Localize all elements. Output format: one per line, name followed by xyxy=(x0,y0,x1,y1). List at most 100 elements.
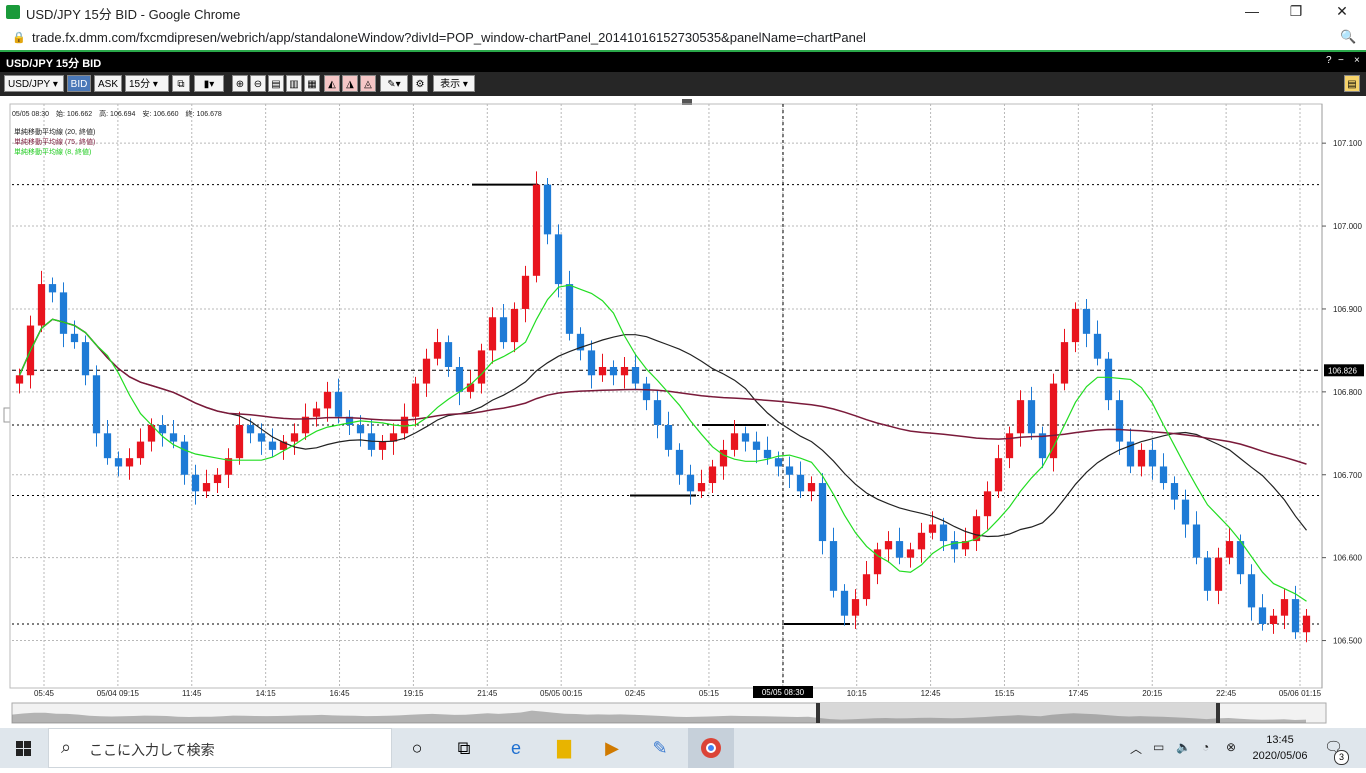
display-menu-button[interactable]: 表示 ▾ xyxy=(433,75,475,92)
candle-body xyxy=(37,284,46,326)
timeframe-label: 15分 xyxy=(129,79,151,90)
candle-body xyxy=(598,366,607,376)
candle-body xyxy=(686,474,695,492)
candle-body xyxy=(257,433,266,442)
candle-body xyxy=(1137,449,1146,467)
ohlc-readout: 05/05 08:30 始: 106.662 高: 106.694 安: 106… xyxy=(12,109,222,118)
time-tick-label: 05/05 00:15 xyxy=(540,689,583,698)
candle-body xyxy=(1302,615,1311,633)
crosshair-time-label: 05/05 08:30 xyxy=(762,688,805,697)
candle-body xyxy=(554,234,563,285)
settings-icon[interactable]: ⚙ xyxy=(412,75,428,92)
task-view-icon[interactable]: ⧉ xyxy=(451,736,477,760)
maximize-button[interactable]: ❐ xyxy=(1274,0,1318,24)
candle-body xyxy=(1093,333,1102,359)
window-link-icon[interactable]: ⧉ xyxy=(172,75,190,92)
file-explorer-icon[interactable]: ▇ xyxy=(551,736,577,760)
zoom-icon[interactable]: 🔍 xyxy=(1340,29,1356,45)
time-tick-label: 20:15 xyxy=(1142,689,1163,698)
panel-close-button[interactable]: × xyxy=(1354,55,1360,66)
ask-button[interactable]: ASK xyxy=(94,75,122,92)
candle-body xyxy=(1225,541,1234,558)
candle-body xyxy=(895,541,904,558)
media-icon[interactable]: ▶ xyxy=(599,736,625,760)
candle-body xyxy=(158,425,167,434)
draw-tool3-icon[interactable]: ◬ xyxy=(360,75,376,92)
candle-body xyxy=(1071,308,1080,343)
url-text[interactable]: trade.fx.dmm.com/fxcmdipresen/webrich/ap… xyxy=(32,30,866,45)
zoom-out-icon[interactable]: ⊖ xyxy=(250,75,266,92)
chrome-taskbar-button[interactable] xyxy=(688,728,734,768)
start-button[interactable] xyxy=(0,728,48,768)
battery-icon[interactable]: ▭ xyxy=(1153,740,1164,754)
candle-body xyxy=(15,375,24,384)
time-tick-label: 16:45 xyxy=(330,689,351,698)
candle-body xyxy=(180,441,189,475)
time-tick-label: 05/04 09:15 xyxy=(97,689,140,698)
bid-button[interactable]: BID xyxy=(67,75,91,92)
site-favicon-icon xyxy=(6,5,20,19)
candle-body xyxy=(565,284,574,334)
candle-body xyxy=(796,474,805,492)
chart-panel-header: USD/JPY 15分 BID ? − × xyxy=(0,50,1366,72)
help-button[interactable]: ? xyxy=(1326,55,1332,66)
price-tick-label: 106.500 xyxy=(1333,637,1362,646)
candlestick-chart[interactable]: 107.100 107.000 106.900 106.800 106.700 106.6… xyxy=(0,96,1366,727)
layout2-icon[interactable]: ▥ xyxy=(286,75,302,92)
layout-icon[interactable]: ▤ xyxy=(268,75,284,92)
price-tick-label: 107.100 xyxy=(1333,139,1362,148)
edge-icon[interactable]: e xyxy=(503,736,529,760)
time-tick-label: 14:15 xyxy=(256,689,277,698)
panel-minimize-button[interactable]: − xyxy=(1338,55,1344,66)
candle-body xyxy=(1027,400,1036,434)
candle-body xyxy=(785,466,794,475)
candle-body xyxy=(818,483,827,542)
browser-title-bar: USD/JPY 15分 BID - Google Chrome — ❐ ✕ xyxy=(0,0,1366,25)
candle-body xyxy=(1159,466,1168,484)
draw-tool2-icon[interactable]: ◮ xyxy=(342,75,358,92)
candle-body xyxy=(213,474,222,484)
zoom-in-icon[interactable]: ⊕ xyxy=(232,75,248,92)
chevron-up-icon[interactable]: ︿ xyxy=(1130,740,1142,757)
candle-body xyxy=(70,333,79,343)
paint-icon[interactable]: ✎ xyxy=(647,736,673,760)
chart-area[interactable]: 107.100 107.000 106.900 106.800 106.700 106.6… xyxy=(0,96,1366,727)
draw-tool-icon[interactable]: ◭ xyxy=(324,75,340,92)
pen-tool-icon[interactable]: ✎▾ xyxy=(380,75,408,92)
time-tick-label: 12:45 xyxy=(921,689,942,698)
no-network-icon[interactable]: ⊗ xyxy=(1226,740,1236,754)
minimize-button[interactable]: — xyxy=(1230,0,1274,24)
candle-body xyxy=(620,366,629,376)
candle-body xyxy=(664,425,673,450)
panel-option-icon[interactable]: ▤ xyxy=(1344,75,1360,92)
symbol-label: USD/JPY xyxy=(8,79,51,90)
candle-body xyxy=(939,524,948,542)
wifi-icon[interactable]: ◔ xyxy=(1202,740,1209,754)
volume-icon[interactable]: 🔈 xyxy=(1176,740,1191,754)
symbol-select[interactable]: USD/JPY ▾ xyxy=(4,75,64,92)
clock[interactable]: 13:45 2020/05/06 xyxy=(1252,732,1308,764)
candle-body xyxy=(840,590,849,616)
price-tick-label: 106.800 xyxy=(1333,388,1362,397)
close-window-button[interactable]: ✕ xyxy=(1320,0,1364,24)
candle-body xyxy=(455,366,464,392)
layout3-icon[interactable]: ▦ xyxy=(304,75,320,92)
candle-body xyxy=(422,358,431,384)
candle-body xyxy=(697,483,706,492)
side-handle-icon[interactable] xyxy=(3,407,11,423)
candle-body xyxy=(1192,524,1201,558)
candle-body xyxy=(444,342,453,367)
candle-body xyxy=(378,441,387,450)
time-tick-label: 05:15 xyxy=(699,689,720,698)
cortana-icon[interactable]: ○ xyxy=(404,736,430,760)
candle-body xyxy=(532,184,541,276)
candle-body xyxy=(1247,574,1256,608)
timeframe-select[interactable]: 15分 ▾ xyxy=(125,75,169,92)
candle-body xyxy=(1203,557,1212,591)
candle-body xyxy=(983,491,992,517)
chart-type-icon[interactable]: ▮▾ xyxy=(194,75,224,92)
candle-body xyxy=(741,433,750,442)
taskbar-search[interactable]: ⌕ ここに入力して検索 xyxy=(48,728,392,768)
candle-body xyxy=(1236,541,1245,575)
time-tick-label: 11:45 xyxy=(182,689,202,698)
